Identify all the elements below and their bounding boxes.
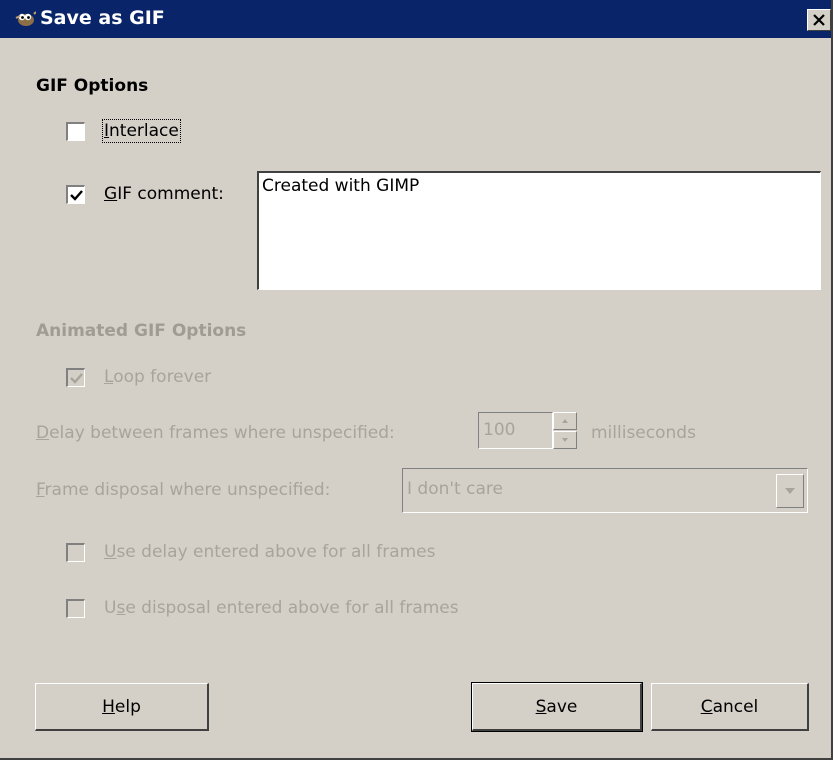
- disposal-label: Frame disposal where unspecified:: [36, 480, 331, 500]
- checkmark-icon: [70, 373, 83, 384]
- animated-options-heading: Animated GIF Options: [36, 321, 247, 341]
- gimp-wilber-icon: [14, 8, 37, 28]
- help-button[interactable]: Help: [35, 683, 209, 731]
- use-delay-label: Use delay entered above for all frames: [104, 542, 436, 562]
- save-as-gif-dialog: Save as GIF GIF Options Interlace GIF co…: [0, 0, 833, 760]
- cancel-button[interactable]: Cancel: [651, 683, 809, 731]
- title-bar[interactable]: Save as GIF: [0, 0, 831, 38]
- delay-spin-buttons: [553, 412, 577, 449]
- delay-unit-label: milliseconds: [591, 423, 696, 443]
- checkmark-icon: [70, 190, 83, 201]
- spin-down-button[interactable]: [553, 431, 577, 449]
- gif-comment-checkbox[interactable]: [66, 185, 85, 204]
- use-disposal-label: Use disposal entered above for all frame…: [104, 598, 459, 618]
- use-delay-checkbox[interactable]: [66, 543, 85, 562]
- window-title: Save as GIF: [40, 7, 165, 29]
- gif-comment-textarea[interactable]: Created with GIMP: [257, 171, 821, 290]
- interlace-checkbox[interactable]: [66, 122, 85, 141]
- save-button[interactable]: Save: [471, 682, 643, 732]
- gif-options-heading: GIF Options: [36, 76, 149, 96]
- close-button[interactable]: [807, 9, 831, 31]
- delay-spin-input[interactable]: 100: [478, 412, 553, 449]
- gif-comment-label[interactable]: GIF comment:: [104, 184, 224, 204]
- disposal-select-value: I don't care: [407, 479, 503, 499]
- interlace-label[interactable]: Interlace: [102, 119, 181, 143]
- use-disposal-checkbox[interactable]: [66, 599, 85, 618]
- loop-forever-label: Loop forever: [104, 367, 212, 387]
- help-button-label: Help: [102, 696, 141, 717]
- disposal-dropdown-button[interactable]: [776, 474, 804, 508]
- save-button-label: Save: [535, 696, 578, 717]
- disposal-select[interactable]: I don't care: [402, 468, 808, 513]
- spin-up-button[interactable]: [553, 412, 577, 430]
- cancel-button-label: Cancel: [700, 696, 759, 717]
- loop-forever-checkbox[interactable]: [66, 368, 85, 387]
- delay-label: Delay between frames where unspecified:: [36, 423, 395, 443]
